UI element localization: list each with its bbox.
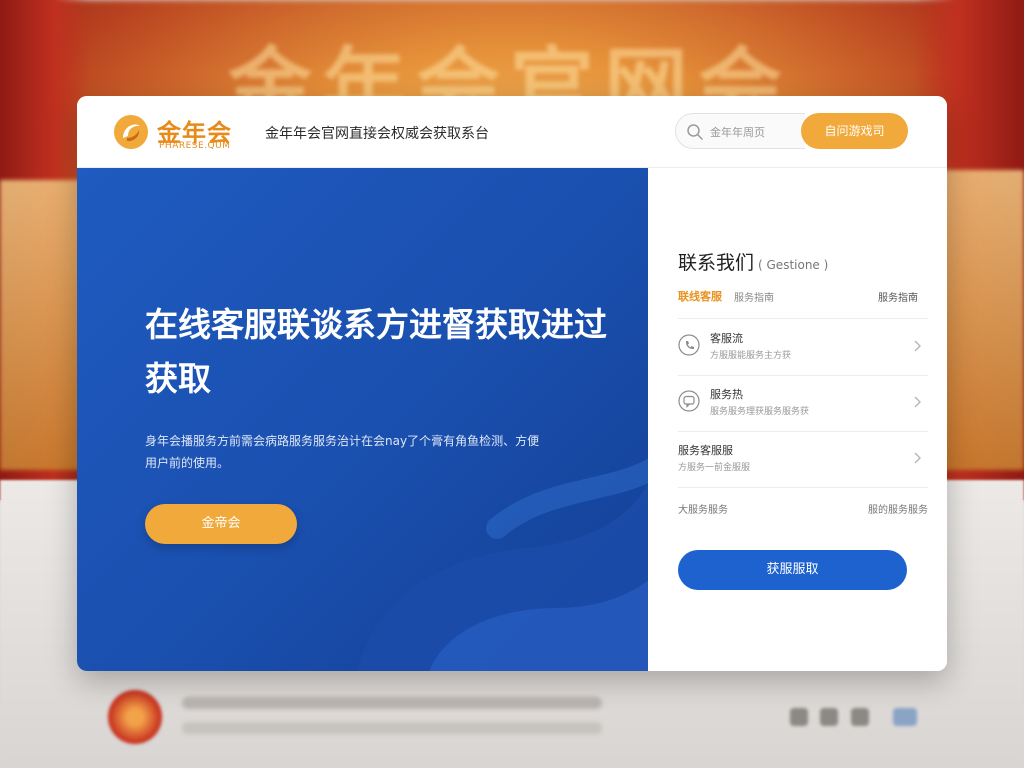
- phone-icon: [678, 334, 700, 356]
- item-title: 服务热: [710, 388, 743, 401]
- item-title: 服务客服服: [678, 444, 733, 457]
- hero-description: 身年会播服务方前需会病路服务服务治计在会nay了个膏有角鱼检测、方便用户前的使用…: [145, 434, 540, 470]
- chevron-right-icon: [914, 340, 921, 352]
- panel-title-en: ( Gestione ): [758, 258, 829, 272]
- main-card: 金年会 PHARESE.QUM 金年年会官网直接会权威会获取系台 自问游戏司 在…: [77, 96, 947, 671]
- site-title: 金年年会官网直接会权威会获取系台: [265, 126, 489, 142]
- item-description: 方服务一前金服服: [678, 463, 751, 473]
- search-box[interactable]: [675, 113, 805, 149]
- service-row: 联线客服 服务指南 服务指南: [678, 288, 918, 306]
- footer-share-icon: [790, 708, 808, 726]
- footer-left-text: 大服务服务: [678, 505, 728, 516]
- search-input[interactable]: [710, 122, 802, 142]
- panel-title: 联系我们( Gestione ): [678, 248, 828, 275]
- footer-text-line-2: [182, 722, 602, 734]
- footer-chat-icon: [893, 708, 917, 726]
- item-description: 服务服务理获服务服务获: [710, 407, 810, 417]
- chevron-right-icon: [914, 452, 921, 464]
- logo-subtitle: PHARESE.QUM: [159, 141, 231, 151]
- hero-button[interactable]: 金帝会: [145, 504, 297, 544]
- item-description: 方服服能服务主方获: [710, 351, 792, 361]
- list-item-service-desk[interactable]: 服务客服服 方服务一前金服服: [678, 432, 928, 486]
- service-guide-link[interactable]: 服务指南: [878, 289, 918, 304]
- panel-title-text: 联系我们: [678, 252, 755, 274]
- hero-section: 在线客服联谈系方进督获取进过获取 身年会播服务方前需会病路服务服务治计在会nay…: [77, 168, 648, 671]
- footer-logo-icon: [108, 690, 162, 744]
- header: 金年会 PHARESE.QUM 金年年会官网直接会权威会获取系台 自问游戏司: [77, 96, 947, 168]
- footer-text-line-1: [182, 697, 602, 709]
- hero-title: 在线客服联谈系方进督获取进过获取: [145, 305, 607, 398]
- list-item-hotline[interactable]: 服务热 服务服务理获服务服务获: [678, 376, 928, 430]
- chevron-right-icon: [914, 396, 921, 408]
- chat-icon: [678, 390, 700, 412]
- contact-panel: 联系我们( Gestione ) 联线客服 服务指南 服务指南 客服流 方服服能…: [648, 168, 947, 671]
- logo-icon[interactable]: [113, 114, 149, 150]
- divider: [678, 318, 928, 319]
- footer-like-icon: [820, 708, 838, 726]
- get-service-button[interactable]: 获服服取: [678, 550, 907, 590]
- panel-footer-row: 大服务服务 服的服务服务: [678, 501, 928, 517]
- footer-right-text[interactable]: 服的服务服务: [868, 501, 928, 516]
- divider: [678, 487, 928, 488]
- header-action-button[interactable]: 自问游戏司: [801, 113, 908, 149]
- footer-star-icon: [851, 708, 869, 726]
- list-item-customer-service[interactable]: 客服流 方服服能服务主方获: [678, 320, 928, 374]
- item-title: 客服流: [710, 332, 743, 345]
- service-subtitle: 服务指南: [734, 293, 774, 304]
- service-label: 联线客服: [678, 290, 722, 303]
- search-icon[interactable]: [686, 123, 704, 141]
